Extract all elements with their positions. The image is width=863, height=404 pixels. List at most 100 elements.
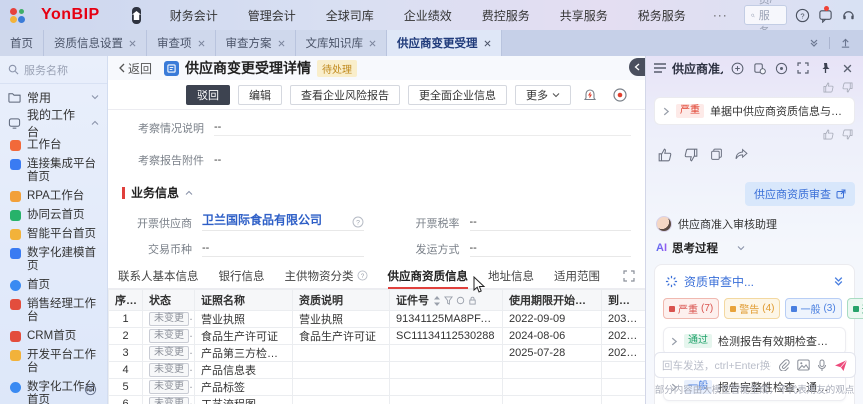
sidebar-item-rpa[interactable]: RPA工作台 — [0, 187, 107, 206]
home-icon[interactable] — [131, 6, 141, 24]
tab-home[interactable]: 首页 — [0, 30, 44, 56]
qualification-review-button[interactable]: 供应商资质审查 — [745, 182, 855, 206]
sidebar-item-collab-cloud[interactable]: 协同云首页 — [0, 206, 107, 225]
table-row[interactable]: 5 未变更 产品标签 — [108, 378, 645, 396]
nav-item-management[interactable]: 管理会计 — [237, 7, 307, 24]
tab-qualification-settings[interactable]: 资质信息设置 — [44, 30, 147, 56]
help-icon[interactable]: ? — [795, 2, 810, 28]
share-up-icon[interactable] — [840, 38, 851, 49]
thumb-up-icon[interactable] — [823, 129, 834, 140]
table-row[interactable]: 3 未变更 产品第三方检测报告 2025-07-282026-07-28 — [108, 344, 645, 362]
ai-thinking-toggle[interactable]: AI 思考过程 — [646, 236, 863, 258]
nav-more-icon[interactable]: ··· — [705, 8, 736, 22]
menu-icon[interactable] — [654, 63, 666, 73]
tab-supplier-change[interactable]: 供应商变更受理 — [387, 30, 502, 56]
message-icon[interactable] — [818, 2, 833, 28]
col-end-date[interactable]: 到期日 — [601, 289, 645, 311]
image-icon[interactable] — [797, 359, 810, 371]
sidebar-settings-gear-icon[interactable] — [84, 383, 97, 396]
more-button[interactable]: 更多 — [515, 84, 571, 105]
reject-button[interactable]: 驳回 — [186, 84, 230, 105]
field-value-tax-rate[interactable]: -- — [469, 216, 631, 231]
nav-item-finance[interactable]: 财务会计 — [159, 7, 229, 24]
badge-normal[interactable]: 一般 (3) — [785, 298, 842, 319]
sidebar-group-workbench[interactable]: 我的工作台 — [0, 108, 107, 139]
sidebar-item-workbench[interactable]: 工作台 — [0, 136, 107, 155]
microphone-icon[interactable] — [817, 359, 827, 372]
subtab-address-info[interactable]: 地址信息 — [488, 263, 534, 289]
record-target-icon[interactable] — [609, 84, 631, 106]
nav-item-performance[interactable]: 企业绩效 — [393, 7, 463, 24]
global-search-input[interactable]: 人员/服务等 — [743, 0, 787, 54]
supplier-link[interactable]: 卫兰国际食品有限公司 — [202, 211, 346, 228]
col-cert-no[interactable]: 证件号 — [389, 289, 503, 311]
badge-passed[interactable]: 通过(6) — [846, 298, 863, 319]
close-panel-icon[interactable] — [839, 60, 855, 76]
thumb-down-icon[interactable] — [842, 129, 853, 140]
thumb-down-icon[interactable] — [842, 82, 853, 93]
back-button[interactable]: 返回 — [118, 60, 152, 77]
table-row[interactable]: 6 未变更 工艺流程图 — [108, 395, 645, 404]
tab-knowledge-base[interactable]: 文库知识库 — [295, 30, 387, 56]
share-icon[interactable] — [735, 148, 748, 161]
col-seq[interactable]: 序号 — [108, 289, 143, 311]
subtab-applicable-scope[interactable]: 适用范围 — [554, 263, 600, 289]
fullscreen-icon[interactable] — [623, 269, 635, 282]
subtab-qualification-info[interactable]: 供应商资质信息 — [387, 263, 468, 289]
col-state[interactable]: 状态 — [142, 289, 195, 311]
thumb-up-icon[interactable] — [658, 148, 672, 162]
field-value-inspection-attachment[interactable]: -- — [214, 154, 631, 168]
table-row[interactable]: 1 未变更 营业执照营业执照 91341125MA8PFAM46B2022-09… — [108, 310, 645, 328]
attachment-icon[interactable] — [778, 359, 790, 371]
send-icon[interactable] — [834, 359, 848, 372]
thumb-down-icon[interactable] — [684, 148, 698, 162]
badge-severe[interactable]: 严重 (7) — [663, 298, 720, 319]
finding-card-passed[interactable]: 通过 检测报告有效期检查，如果没有... — [663, 327, 846, 355]
question-circle-icon[interactable]: ? — [352, 216, 364, 228]
tab-review-item[interactable]: 审查项 — [147, 30, 216, 56]
panel-collapse-toggle[interactable] — [629, 58, 645, 76]
chevron-double-down-icon[interactable] — [809, 38, 819, 48]
table-row[interactable]: 2 未变更 食品生产许可证 食品生产许可证 SC11134112530288 202… — [108, 327, 645, 345]
subtab-contact-info[interactable]: 联系人基本信息 — [118, 263, 199, 289]
sidebar-search-input[interactable]: 服务名称 — [0, 56, 107, 84]
history-icon[interactable] — [751, 60, 767, 76]
field-value-shipping[interactable]: -- — [469, 242, 631, 257]
subtab-bank-info[interactable]: 银行信息 — [219, 263, 265, 289]
col-qual-desc[interactable]: 资质说明 — [292, 289, 390, 311]
edit-button[interactable]: 编辑 — [238, 84, 282, 105]
sidebar-item-digital-modeling[interactable]: 数字化建模首页 — [0, 244, 107, 276]
sidebar-item-sales-manager[interactable]: 销售经理工作台 — [0, 295, 107, 327]
tab-review-plan[interactable]: 审查方案 — [215, 30, 296, 56]
col-start-date[interactable]: 使用期限开始日期 — [502, 289, 602, 311]
copy-icon[interactable] — [710, 148, 723, 161]
new-chat-icon[interactable] — [729, 60, 745, 76]
subtab-material-category[interactable]: 主供物资分类 ? — [285, 263, 368, 289]
target-icon[interactable] — [773, 60, 789, 76]
pin-icon[interactable] — [817, 60, 833, 76]
finding-card-severe[interactable]: 严重 单据中供应商资质信息与对应附... — [654, 97, 855, 125]
enterprise-info-button[interactable]: 更全面企业信息 — [408, 84, 507, 105]
section-business-info[interactable]: 业务信息 — [122, 184, 631, 201]
sidebar-item-integration[interactable]: 连接集成平台首页 — [0, 155, 107, 187]
table-row[interactable]: 4 未变更 产品信息表 — [108, 361, 645, 379]
risk-report-button[interactable]: 查看企业风险报告 — [290, 84, 400, 105]
nav-item-tax[interactable]: 税务服务 — [627, 7, 697, 24]
nav-item-shared[interactable]: 共享服务 — [549, 7, 619, 24]
sidebar-item-home[interactable]: 首页 — [0, 276, 107, 295]
field-value-currency[interactable]: -- — [202, 242, 364, 257]
col-cert-name[interactable]: 证照名称 — [194, 289, 293, 311]
chevron-double-down-icon[interactable] — [833, 276, 844, 287]
sidebar-item-crm[interactable]: CRM首页 — [0, 327, 107, 346]
sidebar-item-dev-platform[interactable]: 开发平台工作台 — [0, 346, 107, 378]
sidebar-item-ai-platform[interactable]: 智能平台首页 — [0, 225, 107, 244]
badge-warning[interactable]: 警告 (4) — [724, 298, 781, 319]
expand-icon[interactable] — [795, 60, 811, 76]
support-headset-icon[interactable] — [841, 2, 856, 28]
thumb-up-icon[interactable] — [823, 82, 834, 93]
alert-bell-icon[interactable] — [579, 84, 601, 106]
nav-item-expense[interactable]: 费控服务 — [471, 7, 541, 24]
field-value-inspection-note[interactable]: -- — [214, 121, 631, 136]
chat-input[interactable]: 回车发送，ctrl+Enter换行 — [654, 352, 856, 378]
nav-item-treasury[interactable]: 全球司库 — [315, 7, 385, 24]
